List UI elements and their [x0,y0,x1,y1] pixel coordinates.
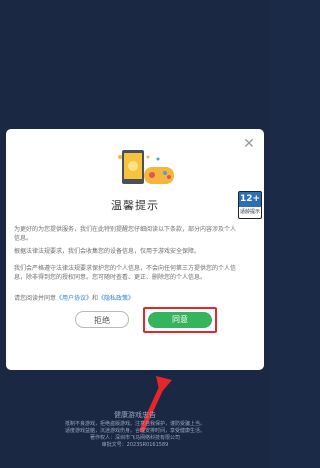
footer-line-4: 审批文号：2023SR0161589 [101,442,169,448]
privacy-dialog: ✕ 12+ 适龄提示 温馨提示 为更好的为您提供服务，我们在此特别提醒您仔细阅读… [6,129,264,370]
footer-line-1: 抵制不良游戏，拒绝盗版游戏。注意自我保护，谨防受骗上当。 [64,421,205,427]
agreement-prefix: 请您阅读并同意 [14,295,57,302]
notice-paragraph-3: 我们会严格遵守法律法规要求保护您的个人信息，不会向任何第三方提供您的个人信息，除… [14,265,237,281]
agree-button[interactable]: 同意 [148,312,212,328]
privacy-policy-link[interactable]: 《隐私政策》 [98,295,134,302]
dialog-title: 温馨提示 [111,199,159,212]
notice-paragraph-1: 为更好的为您提供服务，我们在此特别提醒您仔细阅读以下条款，部分内容涉及个人信息。 [14,226,237,242]
agreement-line: 请您阅读并同意《用户协议》和《隐私政策》 [14,294,236,303]
notice-paragraph-2: 根据法律法规要求，我们会收集您的设备信息，仅用于游戏安全保障。 [14,248,201,255]
footer-title: 健康游戏忠告 [114,411,156,419]
footer-line-2: 适度游戏益脑，沉迷游戏伤身。合理安排时间，享受健康生活。 [64,428,205,434]
close-icon[interactable]: ✕ [242,137,256,151]
reject-button[interactable]: 拒绝 [75,311,129,328]
user-agreement-link[interactable]: 《用户协议》 [56,295,92,302]
phone-gamepad-illustration-icon [118,150,174,184]
footer-line-3: 著作权人：深圳市飞马网络科技有限公司 [89,435,180,441]
